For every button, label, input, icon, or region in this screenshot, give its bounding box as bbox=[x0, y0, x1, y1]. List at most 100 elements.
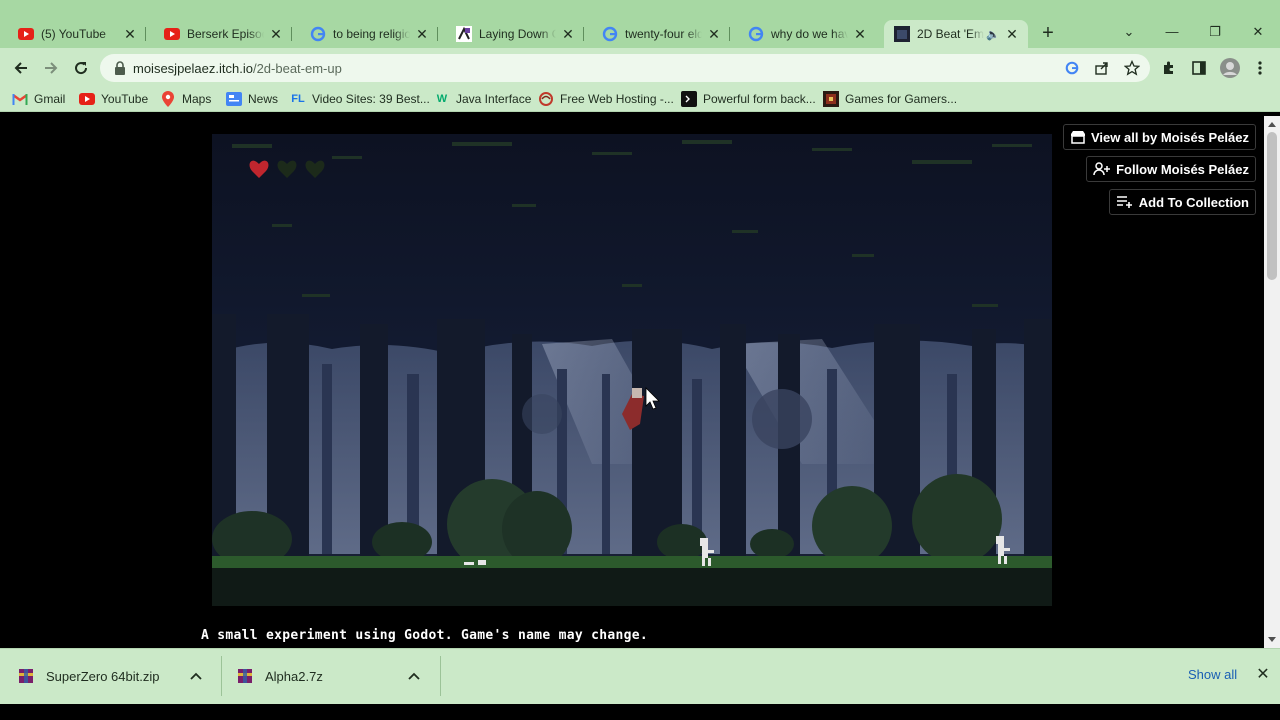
back-button[interactable] bbox=[10, 57, 32, 79]
follow-label: Follow Moisés Peláez bbox=[1116, 161, 1249, 177]
site-icon bbox=[456, 26, 472, 42]
view-all-button[interactable]: View all by Moisés Peláez bbox=[1062, 124, 1256, 150]
window-bottom-edge bbox=[0, 704, 1280, 720]
download-filename: Alpha2.7z bbox=[265, 668, 323, 684]
profile-avatar[interactable] bbox=[1220, 58, 1240, 78]
bookmark-java-interface[interactable]: W Java Interface bbox=[434, 90, 532, 108]
share-icon[interactable] bbox=[1094, 60, 1110, 76]
add-user-icon bbox=[1093, 162, 1111, 176]
download-item[interactable]: Alpha2.7z bbox=[237, 660, 323, 692]
google-icon bbox=[602, 26, 618, 42]
download-filename: SuperZero 64bit.zip bbox=[46, 668, 160, 684]
tab-twenty-four[interactable]: twenty-four elders ✕ bbox=[584, 20, 730, 48]
tab-berserk[interactable]: Berserk Episode 5 ✕ bbox=[146, 20, 292, 48]
add-to-collection-button[interactable]: Add To Collection bbox=[1108, 189, 1256, 215]
tab-close-icon[interactable]: ✕ bbox=[706, 26, 722, 42]
game-canvas[interactable] bbox=[212, 134, 1052, 606]
maps-icon bbox=[160, 91, 176, 107]
follow-button[interactable]: Follow Moisés Peláez bbox=[1086, 156, 1256, 182]
fog-orb bbox=[752, 389, 812, 449]
tab-2d-beat-em-up[interactable]: 2D Beat 'Em Up 🔈 ✕ bbox=[884, 20, 1028, 48]
games-icon bbox=[823, 91, 839, 107]
youtube-icon bbox=[79, 91, 95, 107]
page-content: View all by Moisés Peláez Follow Moisés … bbox=[0, 116, 1280, 648]
bookmark-label: Powerful form back... bbox=[703, 92, 816, 106]
youtube-icon bbox=[18, 26, 34, 42]
archive-file-icon bbox=[19, 669, 33, 683]
speaker-icon[interactable]: 🔈 bbox=[986, 28, 1000, 41]
download-divider bbox=[440, 656, 441, 696]
bookmark-video-sites[interactable]: FL Video Sites: 39 Best... bbox=[290, 90, 430, 108]
google-translate-icon[interactable] bbox=[1064, 60, 1080, 76]
bookmark-label: Free Web Hosting -... bbox=[560, 92, 674, 106]
new-tab-button[interactable]: + bbox=[1038, 23, 1058, 44]
scroll-down-arrow[interactable] bbox=[1268, 637, 1276, 642]
chevron-up-icon bbox=[190, 672, 202, 680]
tab-close-icon[interactable]: ✕ bbox=[1004, 26, 1020, 42]
close-download-bar-icon[interactable]: ✕ bbox=[1254, 664, 1272, 684]
url-path: /2d-beat-em-up bbox=[252, 61, 342, 76]
google-icon bbox=[748, 26, 764, 42]
page-scrollbar[interactable] bbox=[1264, 116, 1280, 648]
show-all-downloads-link[interactable]: Show all bbox=[1188, 667, 1237, 682]
forward-button[interactable] bbox=[40, 57, 62, 79]
tab-title: to being religious bbox=[333, 27, 410, 41]
playlist-add-icon bbox=[1116, 196, 1132, 208]
download-options-button[interactable] bbox=[190, 660, 202, 692]
bookmark-form-backend[interactable]: Powerful form back... bbox=[681, 90, 816, 108]
fl-icon: FL bbox=[291, 93, 305, 105]
restore-button[interactable]: ❐ bbox=[1205, 22, 1225, 42]
tab-close-icon[interactable]: ✕ bbox=[560, 26, 576, 42]
tab-close-icon[interactable]: ✕ bbox=[122, 26, 138, 42]
hosting-icon bbox=[538, 91, 554, 107]
bookmark-label: Maps bbox=[182, 92, 212, 106]
tab-title: 2D Beat 'Em Up bbox=[917, 27, 984, 41]
tab-religious[interactable]: to being religious ✕ bbox=[292, 20, 438, 48]
tab-title: Berserk Episode 5 bbox=[187, 27, 264, 41]
download-options-button[interactable] bbox=[408, 660, 420, 692]
scroll-up-arrow[interactable] bbox=[1268, 122, 1276, 127]
game-scene bbox=[212, 134, 1052, 606]
url-text[interactable]: moisesjpelaez.itch.io/2d-beat-em-up bbox=[133, 61, 342, 76]
bookmark-label: Gmail bbox=[34, 92, 66, 106]
google-icon bbox=[310, 26, 326, 42]
tab-youtube[interactable]: (5) YouTube ✕ bbox=[0, 20, 146, 48]
tab-title: why do we have bbox=[771, 27, 848, 41]
bookmark-games-for-gamers[interactable]: Games for Gamers... bbox=[823, 90, 957, 108]
bookmark-maps[interactable]: Maps bbox=[160, 90, 211, 108]
youtube-icon bbox=[164, 26, 180, 42]
itch-store-icon bbox=[1070, 131, 1085, 144]
minimize-button[interactable]: — bbox=[1162, 22, 1182, 42]
bookmark-label: Java Interface bbox=[456, 92, 532, 106]
tab-title: twenty-four elders bbox=[625, 27, 702, 41]
bookmark-star-icon[interactable] bbox=[1124, 60, 1140, 76]
add-collection-label: Add To Collection bbox=[1138, 194, 1249, 210]
tab-close-icon[interactable]: ✕ bbox=[414, 26, 430, 42]
news-icon bbox=[226, 91, 242, 107]
menu-kebab-icon[interactable] bbox=[1252, 60, 1268, 76]
bookmark-youtube[interactable]: YouTube bbox=[79, 90, 148, 108]
grass-strip bbox=[212, 556, 1052, 568]
tab-why-do-we[interactable]: why do we have ✕ bbox=[730, 20, 876, 48]
tab-laying-down[interactable]: Laying Down Our ✕ bbox=[438, 20, 584, 48]
download-item[interactable]: SuperZero 64bit.zip bbox=[18, 660, 159, 692]
form-icon bbox=[681, 91, 697, 107]
ground bbox=[212, 568, 1052, 606]
extensions-icon[interactable] bbox=[1161, 60, 1177, 76]
tab-close-icon[interactable]: ✕ bbox=[852, 26, 868, 42]
side-panel-icon[interactable] bbox=[1191, 60, 1207, 76]
close-window-button[interactable]: ✕ bbox=[1248, 22, 1268, 42]
bookmark-label: Video Sites: 39 Best... bbox=[312, 92, 430, 106]
url-host: moisesjpelaez.itch.io bbox=[133, 61, 253, 76]
bookmark-label: News bbox=[248, 92, 279, 106]
bookmark-gmail[interactable]: Gmail bbox=[12, 90, 65, 108]
download-divider bbox=[221, 656, 222, 696]
tab-close-icon[interactable]: ✕ bbox=[268, 26, 284, 42]
lock-icon[interactable] bbox=[114, 61, 126, 75]
bookmark-free-web-hosting[interactable]: Free Web Hosting -... bbox=[538, 90, 674, 108]
bookmark-news[interactable]: News bbox=[226, 90, 278, 108]
tab-search-icon[interactable]: ⌄ bbox=[1119, 22, 1139, 42]
reload-button[interactable] bbox=[70, 57, 92, 79]
itch-icon bbox=[894, 26, 910, 42]
scroll-thumb[interactable] bbox=[1267, 132, 1277, 280]
